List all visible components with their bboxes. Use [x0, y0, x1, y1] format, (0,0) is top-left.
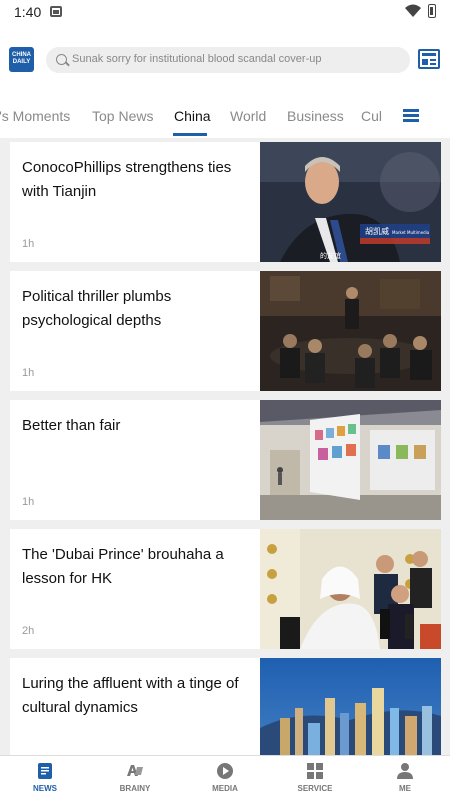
china-daily-logo[interactable]: CHINA DAILY — [9, 47, 34, 72]
caption-org: Market Multimedia — [392, 230, 430, 235]
person-icon — [397, 763, 413, 779]
article-card[interactable]: Luring the affluent with a tinge of cult… — [10, 658, 441, 755]
epaper-icon[interactable] — [418, 49, 440, 69]
nav-news[interactable]: NEWS — [0, 756, 90, 800]
nav-label: ME — [399, 784, 411, 793]
article-thumbnail[interactable] — [260, 271, 441, 391]
photo-notification-icon — [50, 6, 62, 17]
nav-me[interactable]: ME — [360, 756, 450, 800]
wifi-icon — [405, 4, 421, 17]
caption-subtitle: 的友谊 — [320, 251, 341, 260]
nav-service[interactable]: SERVICE — [270, 756, 360, 800]
status-time: 1:40 — [14, 4, 42, 20]
article-thumbnail[interactable]: 胡凯威 Market Multimedia 的友谊 — [260, 142, 441, 262]
nav-label: SERVICE — [297, 784, 333, 793]
article-time: 1h — [22, 238, 35, 250]
article-title[interactable]: Political thriller plumbs psychological … — [22, 285, 248, 333]
article-title[interactable]: Luring the affluent with a tinge of cult… — [22, 672, 248, 720]
article-card[interactable]: The 'Dubai Prince' brouhaha a lesson for… — [10, 529, 441, 649]
nav-brainy[interactable]: BRAINY — [90, 756, 180, 800]
channel-menu-icon[interactable] — [403, 109, 419, 122]
nav-media[interactable]: MEDIA — [180, 756, 270, 800]
search-bar[interactable]: Sunak sorry for institutional blood scan… — [46, 47, 410, 73]
nav-label: MEDIA — [212, 784, 238, 793]
search-icon — [56, 54, 67, 65]
service-icon — [307, 763, 323, 779]
battery-icon — [428, 4, 436, 18]
article-time: 2h — [22, 625, 35, 637]
article-card[interactable]: ConocoPhillips strengthens ties with Tia… — [10, 142, 441, 262]
search-input[interactable]: Sunak sorry for institutional blood scan… — [72, 53, 321, 65]
article-time: 1h — [22, 367, 35, 379]
article-card[interactable]: Political thriller plumbs psychological … — [10, 271, 441, 391]
nav-label: BRAINY — [119, 784, 151, 793]
bottom-navigation: NEWS BRAINY MEDIA SERVICE ME — [0, 755, 450, 800]
article-thumbnail[interactable] — [260, 658, 441, 755]
caption-name: 胡凯威 — [365, 226, 389, 236]
article-card[interactable]: Better than fair 1h — [10, 400, 441, 520]
article-thumbnail[interactable] — [260, 529, 441, 649]
brainy-icon — [127, 765, 143, 776]
news-icon — [38, 763, 52, 779]
article-title[interactable]: ConocoPhillips strengthens ties with Tia… — [22, 156, 248, 204]
news-feed[interactable]: ConocoPhillips strengthens ties with Tia… — [0, 138, 450, 755]
article-thumbnail[interactable] — [260, 400, 441, 520]
tab-moments[interactable]: i's Moments — [0, 108, 70, 124]
article-time: 1h — [22, 496, 35, 508]
tab-world[interactable]: World — [230, 108, 266, 124]
active-tab-indicator — [173, 133, 207, 136]
article-title[interactable]: Better than fair — [22, 414, 248, 438]
media-icon — [217, 763, 233, 779]
tab-china[interactable]: China — [174, 108, 211, 124]
tab-culture[interactable]: Cul — [361, 108, 382, 124]
status-bar: 1:40 — [0, 0, 450, 26]
nav-label: NEWS — [33, 784, 57, 793]
channel-tabs: i's Moments Top News China World Busines… — [0, 94, 450, 138]
tab-business[interactable]: Business — [287, 108, 344, 124]
tab-top-news[interactable]: Top News — [92, 108, 153, 124]
article-title[interactable]: The 'Dubai Prince' brouhaha a lesson for… — [22, 543, 248, 591]
